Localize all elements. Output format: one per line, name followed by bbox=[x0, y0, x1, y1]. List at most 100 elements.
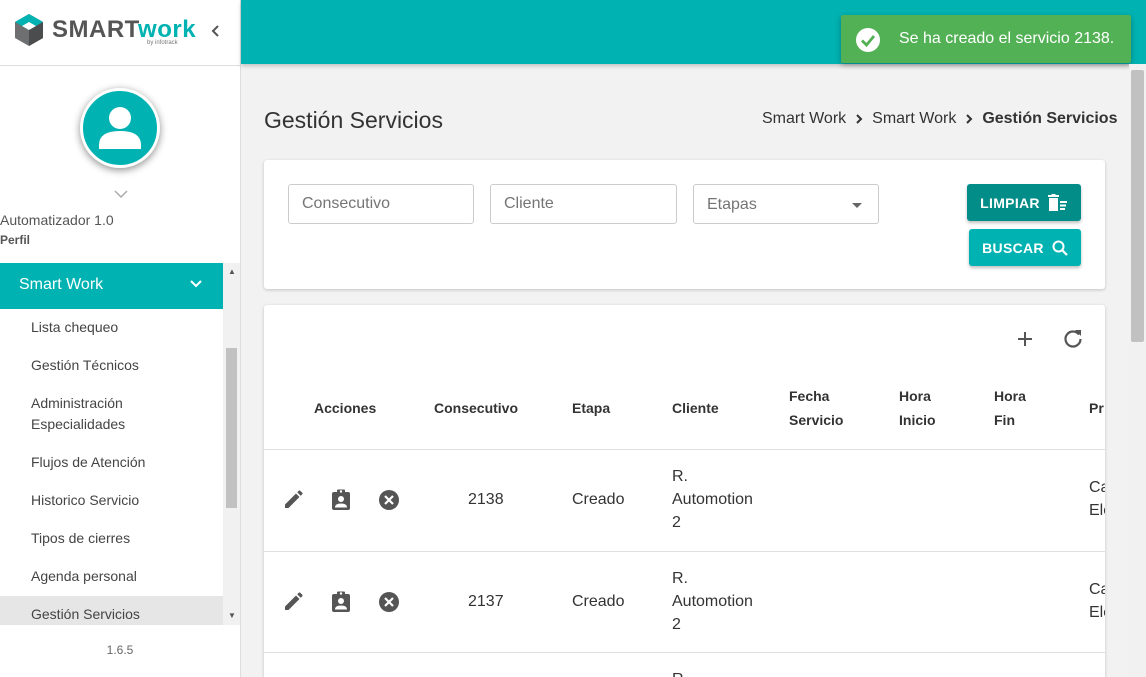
cell-extra: Ca Ele bbox=[1089, 476, 1105, 522]
dropdown-caret-icon bbox=[852, 203, 862, 208]
edit-icon[interactable] bbox=[281, 488, 305, 512]
etapas-select[interactable]: Etapas bbox=[693, 184, 879, 224]
search-button[interactable]: BUSCAR bbox=[969, 229, 1081, 266]
assignment-ind-icon[interactable] bbox=[329, 590, 353, 614]
header-hora-fin-line2: Fin bbox=[994, 412, 1015, 428]
services-table: Acciones Consecutivo Etapa Cliente Fecha… bbox=[264, 305, 1105, 677]
chevron-down-icon[interactable] bbox=[111, 189, 131, 201]
etapas-select-label: Etapas bbox=[707, 196, 757, 213]
cell-cliente-line: Automotion bbox=[672, 491, 753, 508]
sidebar: SMARTWORK by infotrack Automatizador 1.0… bbox=[0, 0, 241, 677]
logo-text-smart: SMART bbox=[52, 16, 139, 43]
sidebar-item-tipos-cierres[interactable]: Tipos de cierres bbox=[0, 520, 223, 558]
sidebar-item-administracion-especialidades[interactable]: Administración Especialidades bbox=[0, 385, 223, 444]
sidebar-section-label: Smart Work bbox=[19, 276, 104, 293]
sidebar-item-flujos-atencion[interactable]: Flujos de Atención bbox=[0, 444, 223, 482]
edit-icon[interactable] bbox=[281, 590, 305, 614]
cell-extra-line: Ele bbox=[1089, 604, 1105, 621]
profile-name: Automatizador 1.0 bbox=[0, 212, 114, 228]
header-fecha-line2: Servicio bbox=[789, 412, 844, 428]
filter-card: Etapas LIMPIAR BUSCAR bbox=[264, 160, 1105, 289]
cell-consecutivo: 2137 bbox=[468, 593, 504, 610]
scroll-down-arrow-icon[interactable]: ▼ bbox=[228, 611, 236, 620]
header-fecha-line1: Fecha bbox=[789, 388, 830, 404]
cell-cliente-line: R. bbox=[672, 570, 688, 587]
cell-cliente: R. Automotion 2 bbox=[672, 567, 753, 636]
chevron-down-icon bbox=[190, 280, 202, 288]
sidebar-scrollbar-thumb[interactable] bbox=[226, 348, 237, 508]
page-title: Gestión Servicios bbox=[264, 107, 443, 133]
profile-role[interactable]: Perfil bbox=[0, 233, 240, 247]
sidebar-items: Lista chequeo Gestión Técnicos Administr… bbox=[0, 309, 223, 625]
sidebar-item-agenda-personal[interactable]: Agenda personal bbox=[0, 558, 223, 596]
header-cliente[interactable]: Cliente bbox=[672, 396, 719, 420]
header-hora-inicio-line1: Hora bbox=[899, 388, 931, 404]
chevron-right-icon bbox=[856, 114, 863, 124]
breadcrumb-item[interactable]: Smart Work bbox=[872, 110, 956, 128]
header-hora-fin[interactable]: Hora Fin bbox=[994, 384, 1026, 432]
sidebar-item-label: Gestión Servicios bbox=[31, 606, 140, 622]
header-extra[interactable]: Pr bbox=[1089, 396, 1104, 420]
cell-etapa: Creado bbox=[572, 593, 625, 610]
table-row: 2137 Creado R. Automotion 2 Ca Ele bbox=[264, 551, 1105, 652]
cell-cliente-line: R. bbox=[672, 668, 688, 677]
logo-subtitle: by infotrack bbox=[147, 40, 178, 46]
avatar[interactable] bbox=[80, 88, 160, 168]
search-button-label: BUSCAR bbox=[982, 239, 1044, 256]
table-row: R. bbox=[264, 652, 1105, 677]
chevron-left-icon bbox=[211, 25, 219, 37]
sidebar-item-label: Administración Especialidades bbox=[31, 395, 126, 432]
consecutivo-input[interactable] bbox=[288, 184, 474, 224]
cell-consecutivo: 2138 bbox=[468, 491, 504, 508]
add-icon[interactable] bbox=[1013, 327, 1037, 351]
cell-extra: Ca Ele bbox=[1089, 578, 1105, 624]
user-icon bbox=[99, 107, 141, 149]
sidebar-item-gestion-servicios[interactable]: Gestión Servicios bbox=[0, 596, 223, 625]
header-hora-fin-line1: Hora bbox=[994, 388, 1026, 404]
sidebar-item-label: Gestión Técnicos bbox=[31, 357, 139, 373]
clear-button[interactable]: LIMPIAR bbox=[967, 184, 1081, 221]
header-etapa[interactable]: Etapa bbox=[572, 396, 610, 420]
assignment-ind-icon[interactable] bbox=[329, 488, 353, 512]
collapse-sidebar-button[interactable] bbox=[206, 21, 226, 43]
success-toast[interactable]: Se ha creado el servicio 2138. bbox=[841, 15, 1131, 63]
page-scrollbar-thumb[interactable] bbox=[1131, 70, 1144, 342]
clear-button-label: LIMPIAR bbox=[980, 194, 1040, 211]
breadcrumb: Smart Work Smart Work Gestión Servicios bbox=[762, 110, 1117, 128]
sidebar-section-smart-work[interactable]: Smart Work bbox=[0, 263, 223, 309]
cell-cliente: R. Automotion 2 bbox=[672, 465, 753, 534]
cell-extra-line: Ca bbox=[1089, 581, 1105, 598]
app-version: 1.6.5 bbox=[106, 643, 134, 657]
sidebar-item-lista-chequeo[interactable]: Lista chequeo bbox=[0, 309, 223, 347]
cell-etapa: Creado bbox=[572, 491, 625, 508]
chevron-right-icon bbox=[966, 114, 973, 124]
cell-extra-line: Ele bbox=[1089, 502, 1105, 519]
breadcrumb-current: Gestión Servicios bbox=[982, 110, 1118, 127]
header-acciones: Acciones bbox=[314, 400, 377, 416]
cancel-icon[interactable] bbox=[377, 488, 401, 512]
sidebar-menu: Smart Work Lista chequeo Gestión Técnico… bbox=[0, 263, 240, 625]
header-hora-inicio[interactable]: Hora Inicio bbox=[899, 384, 936, 432]
sidebar-item-gestion-tecnicos[interactable]: Gestión Técnicos bbox=[0, 347, 223, 385]
smartwork-logo-icon bbox=[15, 14, 43, 46]
cell-cliente-line: 2 bbox=[672, 514, 681, 531]
header-fecha-servicio[interactable]: Fecha Servicio bbox=[789, 384, 843, 432]
refresh-icon[interactable] bbox=[1061, 327, 1085, 351]
scroll-up-arrow-icon[interactable]: ▲ bbox=[228, 267, 236, 276]
header-consecutivo[interactable]: Consecutivo bbox=[434, 396, 518, 420]
cell-cliente: R. bbox=[672, 668, 688, 677]
cell-cliente-line: Automotion bbox=[672, 593, 753, 610]
cell-cliente-line: R. bbox=[672, 468, 688, 485]
breadcrumb-item[interactable]: Smart Work bbox=[762, 110, 846, 128]
header-hora-inicio-line2: Inicio bbox=[899, 412, 936, 428]
cancel-icon[interactable] bbox=[377, 590, 401, 614]
sidebar-item-historico-servicio[interactable]: Historico Servicio bbox=[0, 482, 223, 520]
clear-filter-icon bbox=[1047, 193, 1067, 211]
sidebar-item-label: Tipos de cierres bbox=[31, 530, 131, 546]
sidebar-item-label: Lista chequeo bbox=[31, 319, 119, 335]
logo-bar: SMARTWORK by infotrack bbox=[0, 0, 240, 66]
check-circle-icon bbox=[856, 28, 880, 52]
table-row: 2138 Creado R. Automotion 2 Ca Ele bbox=[264, 449, 1105, 551]
sidebar-item-label: Flujos de Atención bbox=[31, 454, 146, 470]
cliente-input[interactable] bbox=[490, 184, 677, 224]
